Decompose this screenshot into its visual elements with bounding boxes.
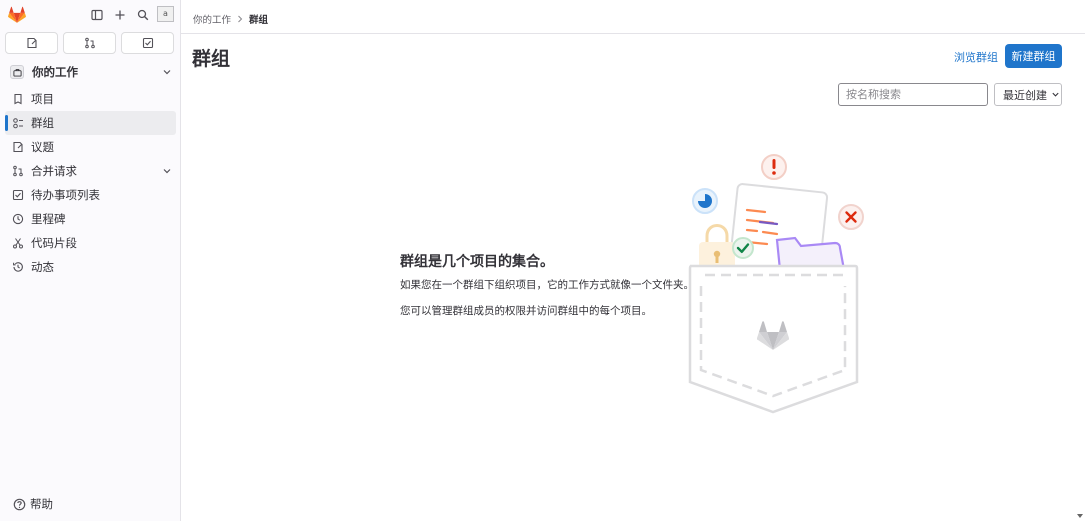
chevron-down-icon[interactable] [162, 166, 172, 176]
empty-state-description-2: 您可以管理群组成员的权限并访问群组中的每个项目。 [400, 305, 652, 317]
breadcrumb-current[interactable]: 群组 [249, 12, 268, 26]
activity-icon [11, 260, 25, 274]
plus-icon[interactable] [111, 6, 128, 23]
sidebar-item-label: 议题 [31, 140, 54, 154]
briefcase-icon [10, 65, 24, 79]
issues-quick-button[interactable] [5, 32, 58, 54]
sidebar-item-label: 群组 [31, 116, 54, 130]
group-icon [11, 116, 25, 130]
sidebar-item-activity[interactable]: 动态 [5, 255, 176, 279]
context-switcher[interactable]: 你的工作 [5, 61, 176, 83]
sidebar-topbar: a [0, 0, 180, 30]
close-icon [838, 204, 864, 230]
help-label: 帮助 [30, 497, 53, 511]
breadcrumb: 你的工作 群组 [193, 12, 268, 26]
sidebar-item-merge-requests[interactable]: 合并请求 [5, 159, 176, 183]
pie-chart-icon [692, 188, 718, 214]
sort-label: 最近创建 [1003, 88, 1047, 102]
sidebar-item-groups[interactable]: 群组 [5, 111, 176, 135]
sidebar-item-snippets[interactable]: 代码片段 [5, 231, 176, 255]
chevron-down-icon [163, 70, 171, 75]
milestone-icon [11, 212, 25, 226]
context-label: 你的工作 [32, 65, 78, 79]
chevron-right-icon [238, 15, 243, 23]
breadcrumb-parent[interactable]: 你的工作 [193, 12, 231, 26]
sidebar-item-label: 待办事项列表 [31, 188, 100, 202]
todo-icon [142, 37, 153, 49]
new-group-button[interactable]: 新建群组 [1005, 44, 1062, 68]
sidebar-item-projects[interactable]: 项目 [5, 87, 176, 111]
search-icon[interactable] [134, 6, 151, 23]
snippet-icon [11, 236, 25, 250]
empty-state-title: 群组是几个项目的集合。 [400, 254, 554, 270]
issues-icon [11, 140, 25, 154]
sidebar-nav: 项目 群组 议题 合并请求 待办事项列表 里程碑 代码片段 动态 [5, 87, 176, 279]
sidebar-item-label: 里程碑 [31, 212, 66, 226]
alert-icon [761, 154, 787, 180]
merge-request-icon [84, 37, 95, 49]
user-avatar[interactable]: a [157, 6, 174, 22]
check-icon [732, 237, 754, 259]
sidebar-item-label: 项目 [31, 92, 54, 106]
sidebar-item-label: 代码片段 [31, 236, 77, 250]
sidebar: a 你的工作 项目 群组 议题 合并请求 待办事项列表 里程碑 代码片段 动态 … [0, 0, 181, 521]
search-input[interactable] [838, 83, 988, 106]
merge-requests-quick-button[interactable] [63, 32, 116, 54]
pocket-icon [688, 264, 859, 414]
empty-state-description: 如果您在一个群组下组织项目，它的工作方式就像一个文件夹。 [400, 279, 694, 291]
issues-icon [26, 37, 37, 49]
quick-actions [5, 32, 174, 54]
chevron-down-icon [1052, 92, 1059, 97]
project-icon [11, 92, 25, 106]
sidebar-item-milestones[interactable]: 里程碑 [5, 207, 176, 231]
toggle-sidebar-icon[interactable] [88, 6, 105, 23]
todos-quick-button[interactable] [121, 32, 174, 54]
gitlab-logo-icon[interactable] [7, 5, 27, 25]
scroll-down-icon[interactable] [1077, 514, 1083, 518]
todo-icon [11, 188, 25, 202]
empty-groups-illustration [688, 154, 864, 414]
help-button[interactable]: 帮助 [13, 496, 53, 512]
merge-request-icon [11, 164, 25, 178]
top-header: 你的工作 群组 [181, 0, 1085, 34]
sort-dropdown[interactable]: 最近创建 [994, 83, 1062, 106]
browse-groups-link[interactable]: 浏览群组 [954, 49, 998, 65]
sidebar-item-label: 动态 [31, 260, 54, 274]
page-title: 群组 [192, 48, 231, 70]
sidebar-item-issues[interactable]: 议题 [5, 135, 176, 159]
help-icon [13, 498, 26, 510]
sidebar-item-label: 合并请求 [31, 164, 77, 178]
scrollbar[interactable] [1077, 0, 1085, 521]
sidebar-item-todos[interactable]: 待办事项列表 [5, 183, 176, 207]
